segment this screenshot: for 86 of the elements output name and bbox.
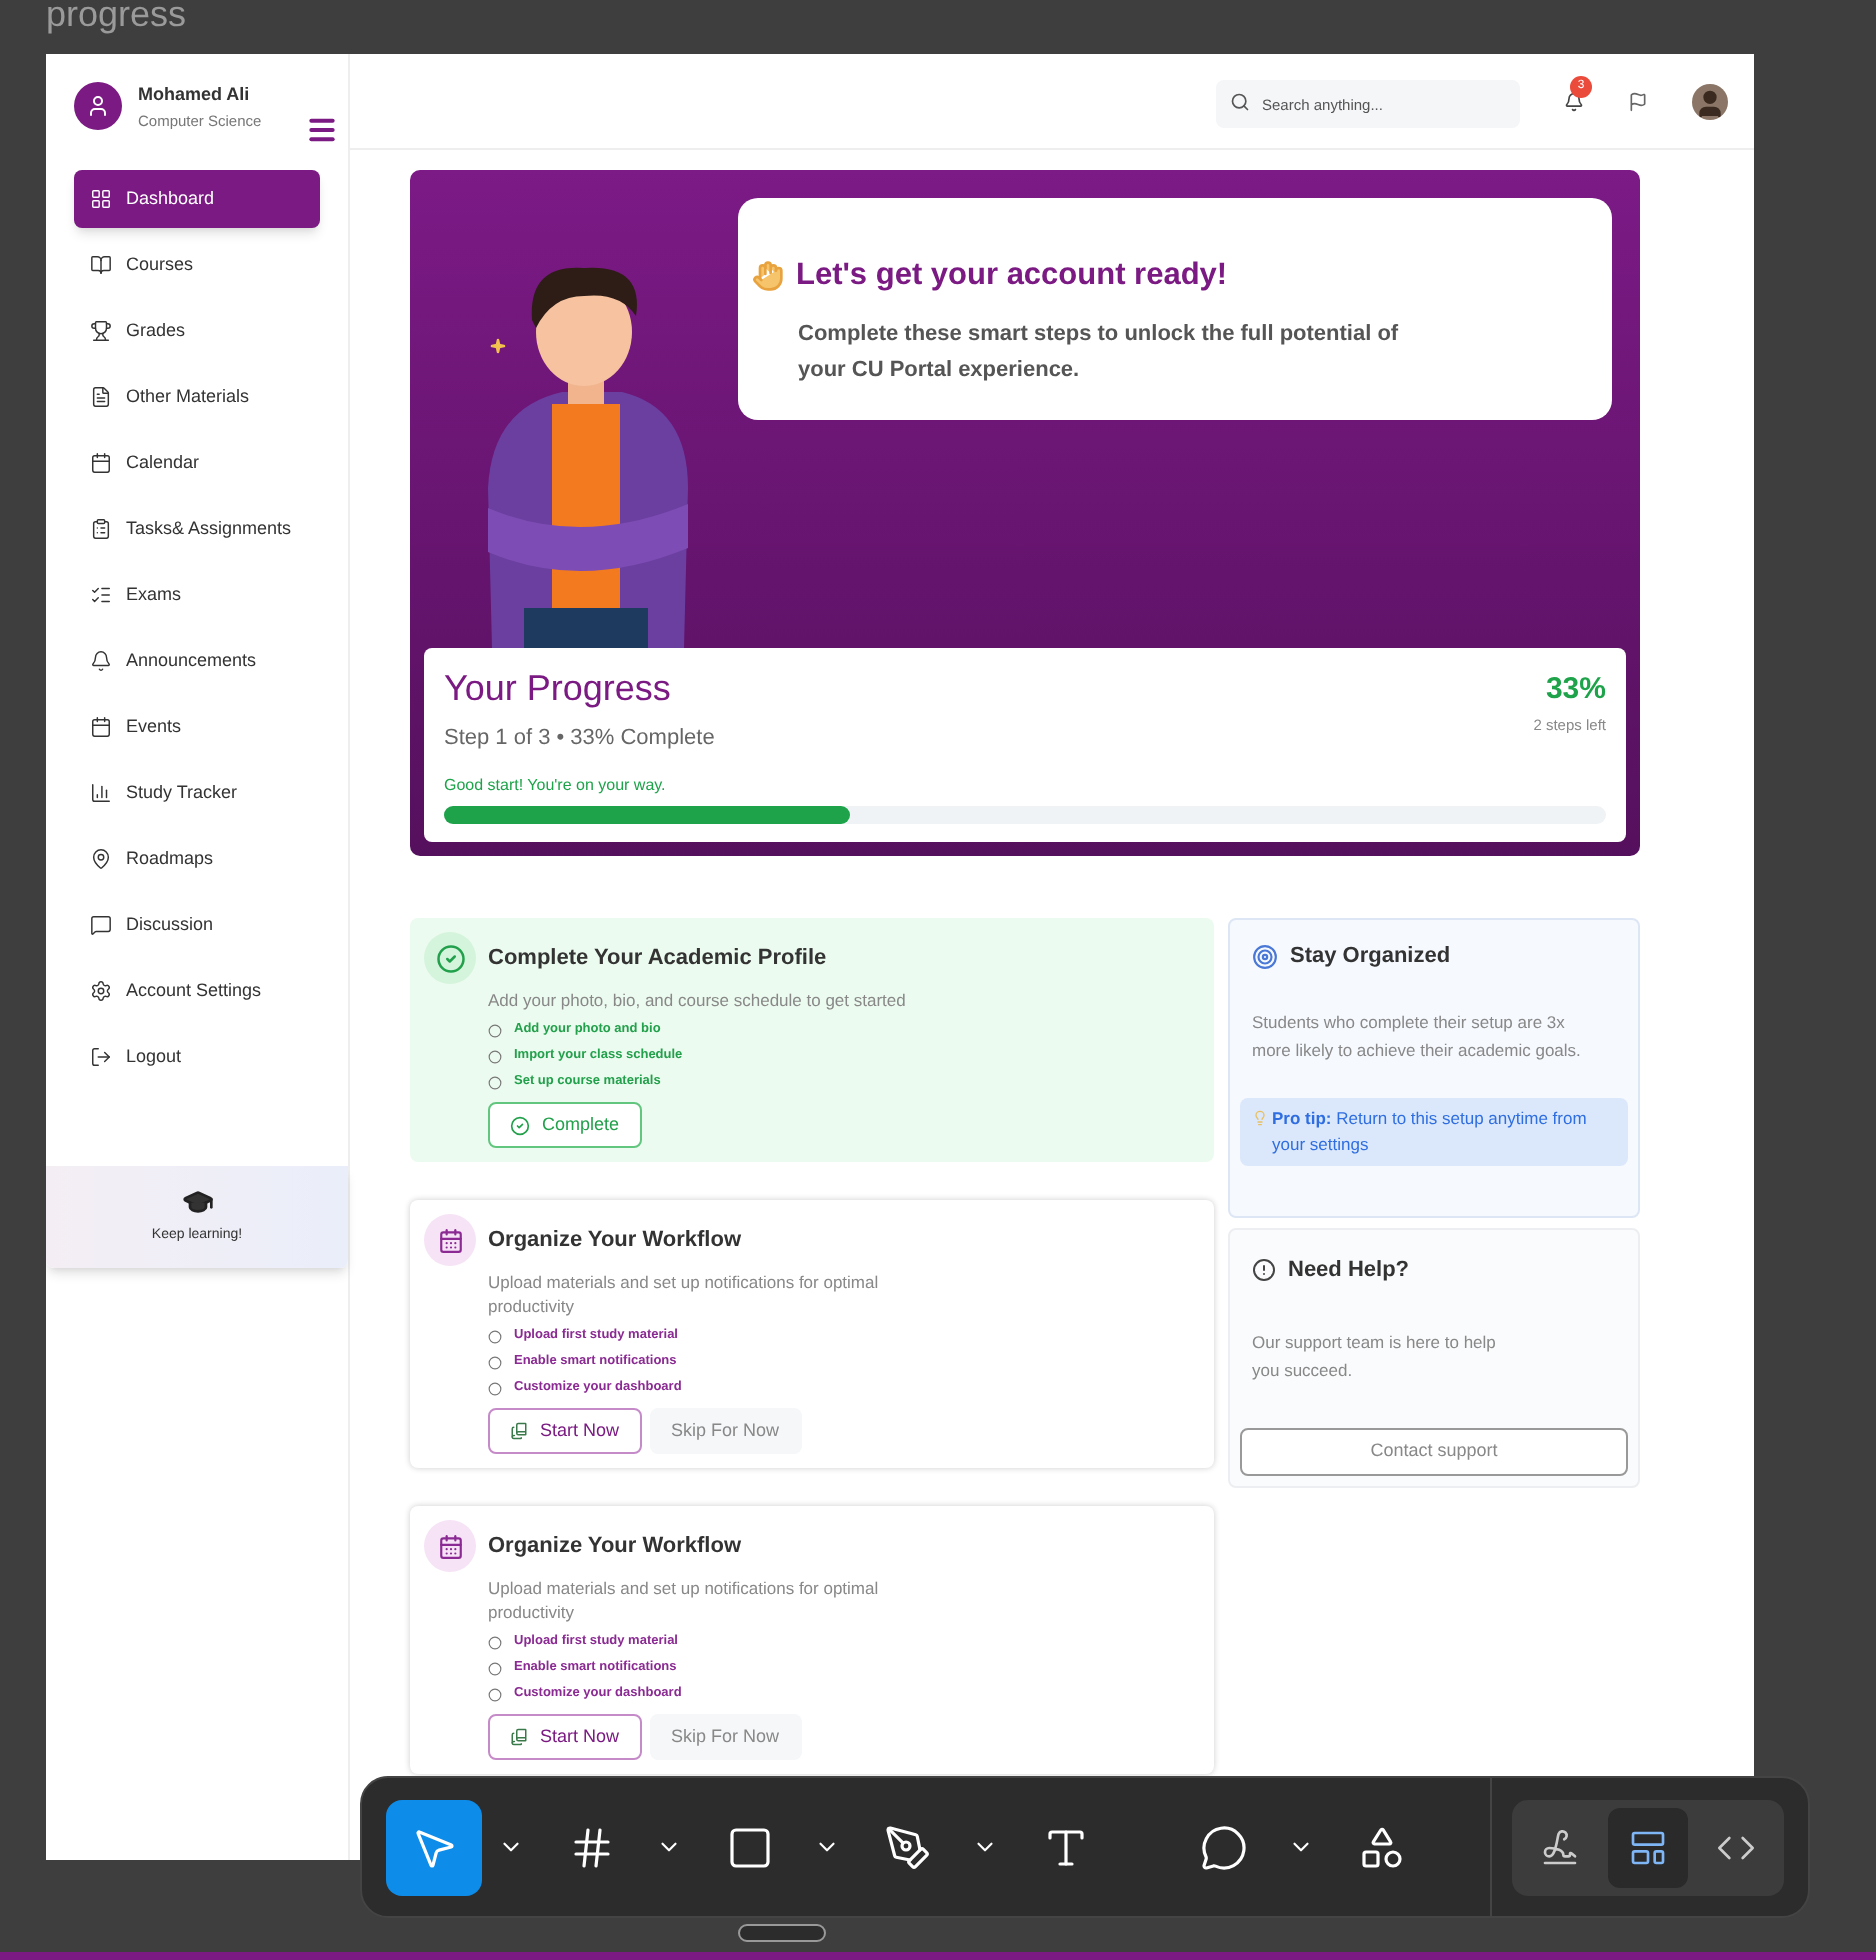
- unchecked-circle[interactable]: [488, 1381, 502, 1395]
- mode-button[interactable]: [1608, 1807, 1688, 1887]
- checklist-icon: [90, 583, 112, 606]
- step-description: Add your photo, bio, and course schedule to get started: [488, 988, 908, 1012]
- nav-item[interactable]: Courses: [74, 235, 320, 294]
- card-text: Our support team is here to help you succeed.: [1252, 1329, 1496, 1383]
- pro-tip-text: Pro tip: Return to this setup anytime from your settings: [1272, 1105, 1589, 1157]
- map-pin-icon: [90, 847, 112, 870]
- contact-support-button[interactable]: Contact support: [1240, 1428, 1628, 1476]
- nav-item[interactable]: Grades: [74, 301, 320, 360]
- bar-chart-icon: [90, 781, 112, 804]
- logout-icon: [90, 1045, 112, 1068]
- welcome-title: Let's get your account ready!: [796, 256, 1228, 296]
- calendar-icon: [90, 451, 112, 474]
- dashboard-icon: [90, 187, 112, 210]
- comment-icon: [1200, 1823, 1248, 1871]
- check-circle-icon: [435, 943, 465, 973]
- nav-item[interactable]: Logout: [74, 1027, 320, 1086]
- pen-icon: [884, 1823, 932, 1871]
- menu-icon[interactable]: [306, 114, 338, 146]
- check-circle-icon: [510, 1115, 530, 1135]
- flag-icon[interactable]: [1628, 91, 1648, 111]
- nav-item[interactable]: Events: [74, 697, 320, 756]
- nav-item[interactable]: Discussion: [74, 895, 320, 954]
- trophy-icon: [90, 319, 112, 342]
- progress-subtitle: Step 1 of 3 • 33% Complete: [444, 724, 715, 754]
- nav-item[interactable]: Tasks& Assignments: [74, 499, 320, 558]
- tool-button[interactable]: [386, 1799, 482, 1895]
- nav-item[interactable]: Other Materials: [74, 367, 320, 426]
- welcome-text: Complete these smart steps to unlock the full potential of your CU Portal experience.: [798, 320, 1401, 387]
- progress-title: Your Progress: [444, 666, 673, 712]
- clipboard-icon: [90, 517, 112, 540]
- lightbulb-icon: [1252, 1109, 1268, 1125]
- sparkle-icon: [490, 338, 506, 354]
- nav-item[interactable]: Account Settings: [74, 961, 320, 1020]
- alert-icon: [1252, 1258, 1276, 1283]
- rectangle-icon: [726, 1823, 774, 1871]
- bell-icon[interactable]: [1564, 91, 1584, 111]
- nav-item[interactable]: Study Tracker: [74, 763, 320, 822]
- document-icon: [90, 385, 112, 408]
- shapes-icon: [1358, 1823, 1406, 1871]
- card-title: Stay Organized: [1290, 942, 1451, 972]
- step-title: Complete Your Academic Profile: [488, 943, 827, 974]
- step-description: Upload materials and set up notifications for optimal productivity: [488, 1270, 881, 1318]
- chat-icon: [90, 913, 112, 936]
- graduation-cap-icon: [181, 1186, 213, 1218]
- target-icon: [1252, 943, 1278, 970]
- step-title: Organize Your Workflow: [488, 1531, 742, 1562]
- card-text: Students who complete their setup are 3x more likely to achieve their academic goals.: [1252, 1009, 1583, 1063]
- bell-icon: [90, 649, 112, 672]
- avatar-icon: [74, 82, 122, 131]
- layout-icon: [1628, 1827, 1668, 1867]
- books-icon: [510, 1422, 528, 1440]
- books-icon: [510, 1728, 528, 1746]
- drag-handle[interactable]: [738, 1924, 826, 1942]
- unchecked-circle[interactable]: [488, 1355, 502, 1369]
- user-name: Mohamed Ali: [138, 82, 252, 108]
- unchecked-circle[interactable]: [488, 1329, 502, 1343]
- unchecked-circle[interactable]: [488, 1661, 502, 1675]
- profile-avatar[interactable]: [1692, 83, 1728, 119]
- calendar-icon: [437, 1227, 463, 1253]
- unchecked-circle[interactable]: [488, 1075, 502, 1089]
- card-title: Need Help?: [1288, 1256, 1410, 1286]
- unchecked-circle[interactable]: [488, 1635, 502, 1649]
- unchecked-circle[interactable]: [488, 1049, 502, 1063]
- nav-item[interactable]: Dashboard: [74, 169, 320, 228]
- nav-item[interactable]: Roadmaps: [74, 829, 320, 888]
- progress-message: Good start! You're on your way.: [444, 773, 668, 797]
- canvas-title: progress: [46, 0, 187, 38]
- settings-icon: [90, 979, 112, 1002]
- waving-hand-icon: [752, 259, 784, 292]
- step-title: Organize Your Workflow: [488, 1225, 742, 1256]
- start-now-button[interactable]: Start Now: [488, 1408, 642, 1454]
- book-icon: [90, 253, 112, 276]
- step-description: Upload materials and set up notifications for optimal productivity: [488, 1576, 881, 1624]
- unchecked-circle[interactable]: [488, 1023, 502, 1037]
- progress-percent: 33%: [1545, 670, 1606, 710]
- unchecked-circle[interactable]: [488, 1687, 502, 1701]
- nav-item[interactable]: Calendar: [74, 433, 320, 492]
- scribble-icon: [1540, 1827, 1580, 1867]
- nav-item[interactable]: Announcements: [74, 631, 320, 690]
- search-icon: [1230, 91, 1250, 111]
- calendar-icon: [437, 1533, 463, 1559]
- start-now-button[interactable]: Start Now: [488, 1714, 642, 1760]
- nav-item[interactable]: Exams: [74, 565, 320, 624]
- calendar-icon: [90, 715, 112, 738]
